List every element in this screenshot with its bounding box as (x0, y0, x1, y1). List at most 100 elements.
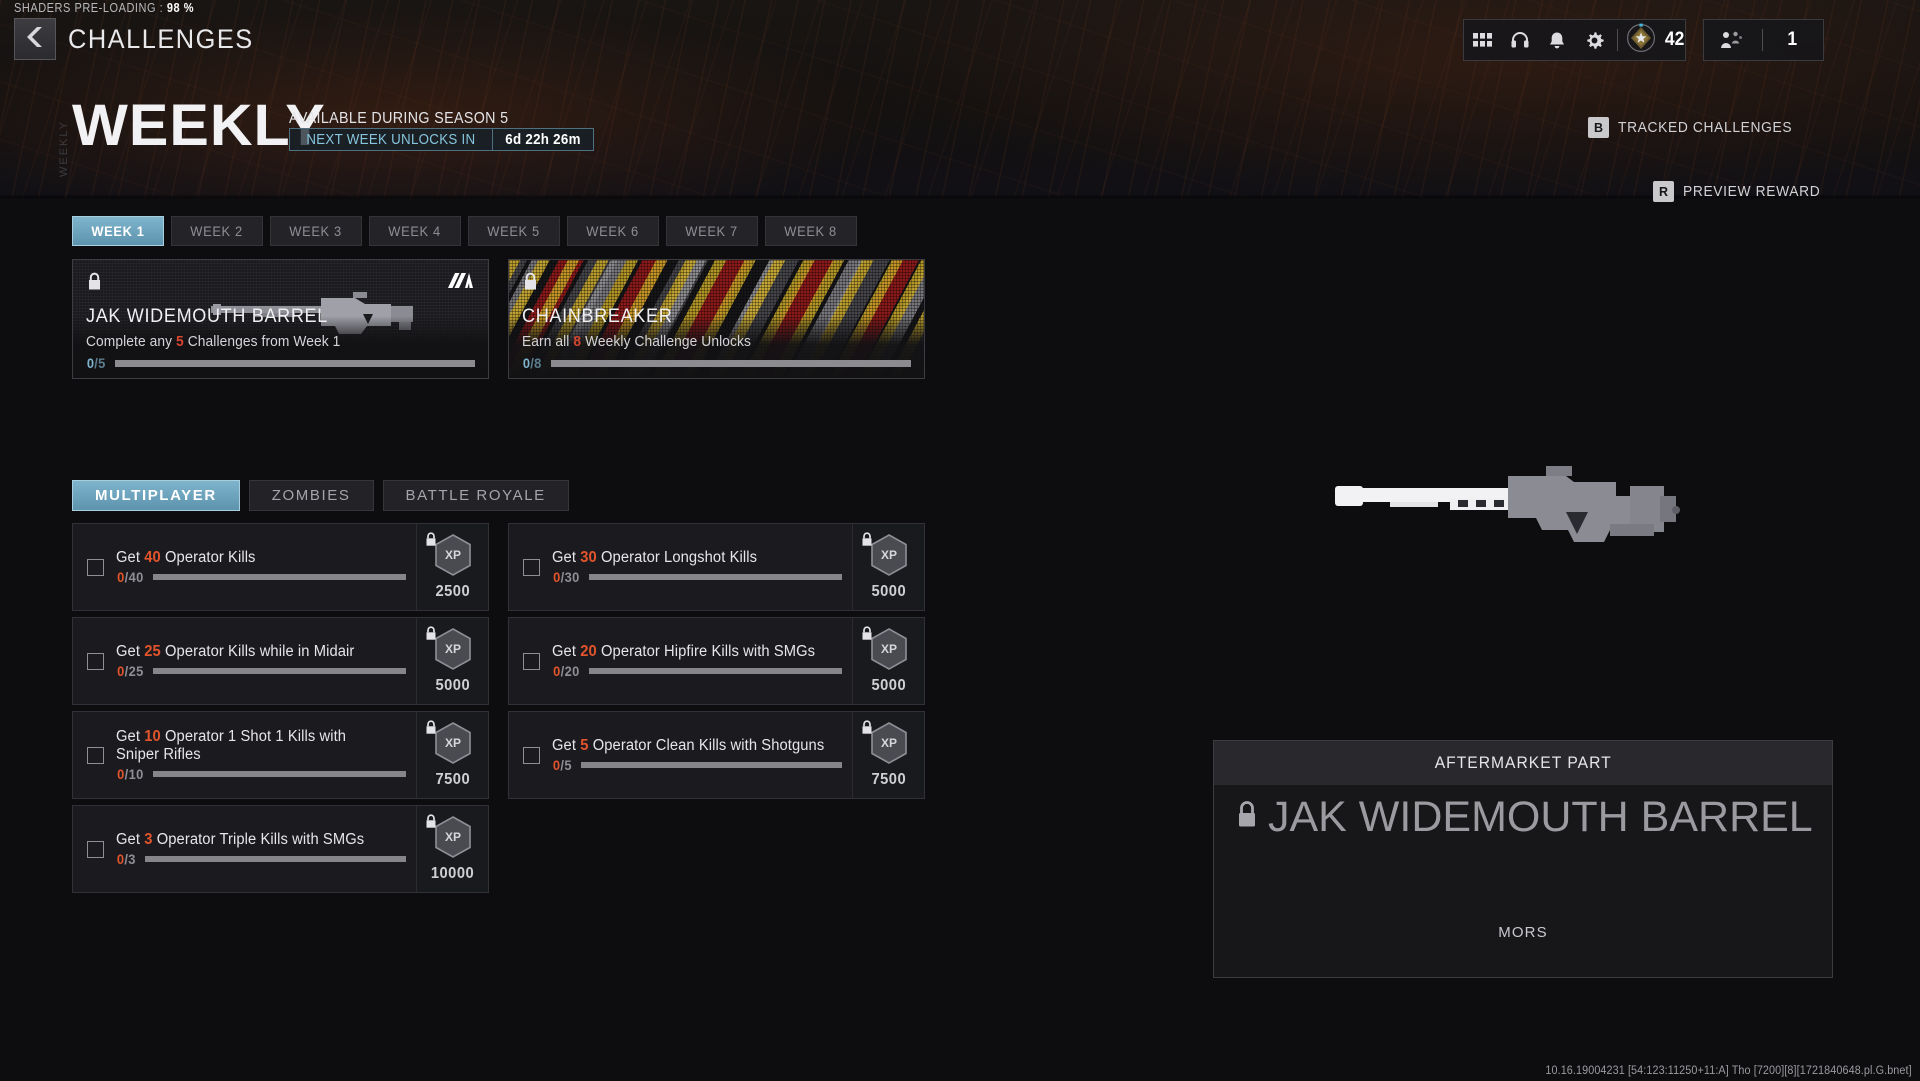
challenge-row[interactable]: Get 40 Operator Kills 0/40 XP 2500 (72, 523, 489, 611)
reward-card-desc: Earn all 8 Weekly Challenge Unlocks (522, 334, 751, 350)
reward-card-name: CHAINBREAKER (522, 306, 673, 327)
track-challenge-checkbox[interactable] (523, 652, 540, 670)
challenge-row[interactable]: Get 25 Operator Kills while in Midair 0/… (72, 617, 489, 705)
tab-zombies[interactable]: ZOMBIES (248, 480, 374, 511)
key-hint-r: R (1653, 181, 1674, 202)
tracked-challenges-button[interactable]: B TRACKED CHALLENGES (1588, 117, 1807, 138)
week-tab-5[interactable]: WEEK 5 (468, 216, 560, 246)
reward-card-jak-widemouth-barrel[interactable]: JAK WIDEMOUTH BARREL Complete any 5 Chal… (72, 259, 489, 379)
week-tab-6[interactable]: WEEK 6 (567, 216, 659, 246)
shader-preload-label: SHADERS PRE-LOADING : (14, 1, 164, 15)
aftermarket-part-header: AFTERMARKET PART (1214, 741, 1832, 785)
aftermarket-part-name: JAK WIDEMOUTH BARREL (1268, 793, 1813, 841)
track-challenge-checkbox[interactable] (523, 746, 540, 764)
gear-icon[interactable] (1576, 19, 1613, 61)
sniper-rifle-icon (1330, 450, 1710, 560)
tab-battle-royale[interactable]: BATTLE ROYALE (382, 480, 569, 511)
desc-post: Operator Hipfire Kills with SMGs (596, 642, 816, 660)
lock-icon (861, 626, 873, 646)
challenge-body: Get 25 Operator Kills while in Midair 0/… (104, 643, 416, 679)
progress-bar (580, 762, 842, 769)
track-challenge-checkbox[interactable] (87, 558, 104, 576)
squad-cluster[interactable]: 1 (1703, 19, 1824, 61)
xp-reward-cell: XP 7500 (852, 712, 924, 798)
bell-icon[interactable] (1538, 19, 1575, 61)
grid-menu-icon[interactable] (1464, 19, 1501, 61)
challenge-description: Get 25 Operator Kills while in Midair (116, 643, 392, 660)
xp-amount: 5000 (435, 676, 470, 694)
challenge-description: Get 10 Operator 1 Shot 1 Kills with Snip… (116, 728, 392, 763)
challenge-row[interactable]: Get 20 Operator Hipfire Kills with SMGs … (508, 617, 925, 705)
progress-current: 0 (117, 663, 125, 680)
lock-icon (425, 814, 437, 834)
progress-fraction: 0/25 (117, 663, 144, 680)
week-tab-label: WEEK 2 (190, 223, 244, 239)
preview-reward-button[interactable]: R PREVIEW REWARD (1653, 181, 1832, 202)
track-challenge-checkbox[interactable] (87, 652, 104, 670)
challenge-row[interactable]: Get 5 Operator Clean Kills with Shotguns… (508, 711, 925, 799)
chevron-left-icon (25, 26, 45, 53)
desc-post: Operator Clean Kills with Shotguns (588, 736, 825, 754)
weekly-heading: WEEKLY (72, 93, 326, 158)
challenge-row[interactable]: Get 3 Operator Triple Kills with SMGs 0/… (72, 805, 489, 893)
lock-icon (1236, 800, 1258, 835)
weekly-watermark: WEEKLY (58, 120, 70, 178)
progress-current: 0 (116, 851, 125, 868)
mode-tab-label: BATTLE ROYALE (405, 487, 546, 504)
progress-current: 0 (552, 757, 561, 774)
week-tab-1[interactable]: WEEK 1 (72, 216, 164, 246)
challenge-body: Get 10 Operator 1 Shot 1 Kills with Snip… (104, 728, 416, 782)
xp-amount: 2500 (435, 582, 470, 600)
squad-value: 1 (1787, 29, 1797, 50)
desc-pre: Get (116, 728, 145, 746)
progress-fraction: 0/40 (117, 569, 144, 586)
back-button[interactable] (14, 18, 56, 60)
track-challenge-checkbox[interactable] (87, 746, 104, 764)
progress-fraction: 0/10 (117, 765, 144, 782)
progress-current: 0 (86, 355, 95, 371)
progress-total: 10 (128, 765, 144, 782)
week-tab-3[interactable]: WEEK 3 (270, 216, 362, 246)
desc-pre: Get (552, 642, 581, 660)
progress-fraction: 0/8 (522, 355, 542, 371)
shader-preload-percent: 98 % (166, 1, 195, 15)
week-tab-4[interactable]: WEEK 4 (369, 216, 461, 246)
reward-card-chainbreaker[interactable]: CHAINBREAKER Earn all 8 Weekly Challenge… (508, 259, 925, 379)
progress-fraction: 0/20 (553, 663, 580, 680)
svg-text:XP: XP (444, 736, 460, 750)
week-tab-8[interactable]: WEEK 8 (765, 216, 857, 246)
svg-text:XP: XP (880, 548, 896, 562)
progress-total: 40 (128, 569, 144, 586)
aftermarket-part-header-label: AFTERMARKET PART (1434, 753, 1612, 772)
tracked-challenges-label: TRACKED CHALLENGES (1618, 119, 1793, 136)
challenge-body: Get 30 Operator Longshot Kills 0/30 (540, 549, 852, 585)
week-tab-2[interactable]: WEEK 2 (171, 216, 263, 246)
progress-fraction: 0/5 (552, 757, 572, 774)
progress-total: 8 (534, 355, 542, 371)
week-tab-7[interactable]: WEEK 7 (666, 216, 758, 246)
svg-text:XP: XP (444, 642, 460, 656)
track-challenge-checkbox[interactable] (87, 840, 104, 858)
rank-badge[interactable]: 42 (1622, 23, 1685, 58)
challenge-row[interactable]: Get 30 Operator Longshot Kills 0/30 XP 5… (508, 523, 925, 611)
progress-total: 5 (564, 757, 572, 774)
progress-current: 0 (553, 569, 561, 586)
squad-icon[interactable] (1704, 19, 1758, 61)
challenge-row[interactable]: Get 10 Operator 1 Shot 1 Kills with Snip… (72, 711, 489, 799)
divider (491, 129, 493, 150)
desc-pre: Get (552, 548, 581, 566)
headphones-icon[interactable] (1501, 19, 1538, 61)
challenge-body: Get 20 Operator Hipfire Kills with SMGs … (540, 643, 852, 679)
desc-highlight: 40 (144, 548, 161, 566)
track-challenge-checkbox[interactable] (523, 558, 540, 576)
xp-reward-cell: XP 7500 (416, 712, 488, 798)
tab-multiplayer[interactable]: MULTIPLAYER (72, 480, 240, 511)
progress-bar (115, 359, 475, 367)
xp-amount: 7500 (871, 770, 906, 788)
xp-hex-icon: XP (434, 627, 472, 675)
challenge-progress: 0/20 (552, 663, 842, 679)
challenge-progress: 0/5 (552, 757, 842, 773)
desc-highlight: 20 (580, 642, 597, 660)
challenge-progress: 0/3 (116, 851, 406, 867)
week-tab-label: WEEK 5 (487, 223, 541, 239)
